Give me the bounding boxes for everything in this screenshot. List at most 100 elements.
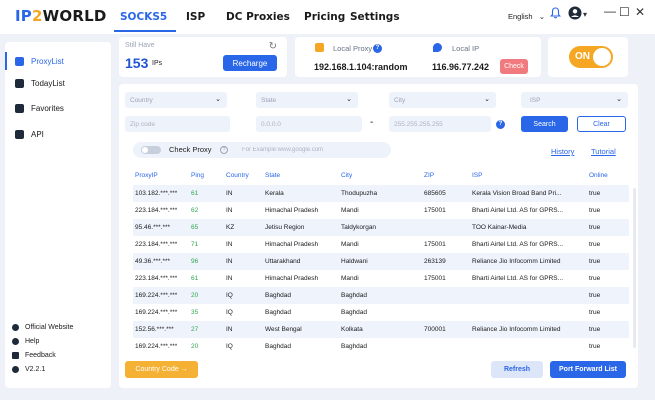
chevron-down-icon: ⌄ <box>484 96 490 103</box>
table-row[interactable]: 95.46.***.*** 65 KZ Jetisu Region Taldyk… <box>133 219 629 236</box>
table-row[interactable]: 169.224.***.*** 35 IQ Baghdad Baghdad tr… <box>133 304 629 321</box>
recharge-button[interactable]: Recharge <box>223 55 277 71</box>
table-row[interactable]: 49.36.***.*** 96 IN Uttarakhand Haldwani… <box>133 253 629 270</box>
sidebar-item-label: API <box>31 129 44 139</box>
help-icon[interactable]: ? <box>373 44 382 53</box>
tab-dc-proxies[interactable]: DC Proxies <box>226 11 290 23</box>
proxy-ip-cell: 152.56.***.*** <box>135 326 174 333</box>
minimize-icon[interactable]: — <box>604 4 616 18</box>
check-proxy-url-input[interactable] <box>242 142 387 158</box>
isp-cell: TOO Kainar-Media <box>472 224 527 231</box>
ping-cell: 61 <box>191 190 199 197</box>
range-separator: - <box>370 117 374 128</box>
location-pin-icon <box>433 43 442 52</box>
tab-socks5[interactable]: SOCKS5 <box>120 11 167 23</box>
proxy-table-header: ProxyIP Ping Country State City ZIP ISP … <box>133 168 629 184</box>
table-row[interactable]: 223.184.***.*** 62 IN Himachal Pradesh M… <box>133 202 629 219</box>
table-row[interactable]: 223.184.***.*** 71 IN Himachal Pradesh M… <box>133 236 629 253</box>
state-cell: Kerala <box>265 190 284 197</box>
column-header-proxyip[interactable]: ProxyIP <box>135 172 158 179</box>
local-proxy-icon <box>315 43 324 52</box>
user-avatar-icon[interactable] <box>568 6 582 23</box>
sidebar-item-todaylist[interactable]: TodayList <box>5 70 111 96</box>
proxy-ip-cell: 223.184.***.*** <box>135 275 178 282</box>
feedback-link[interactable]: Feedback <box>12 352 56 359</box>
state-cell: Baghdad <box>265 309 292 316</box>
country-select-value: Country <box>130 96 153 104</box>
sidebar-item-api[interactable]: API <box>5 121 111 147</box>
column-header-online[interactable]: Online <box>589 172 608 179</box>
country-code-button[interactable]: Country Code → <box>125 361 198 378</box>
table-row[interactable]: 103.182.***.*** 61 IN Kerala Thodupuzha … <box>133 185 629 202</box>
online-cell: true <box>589 343 601 350</box>
table-scrollbar[interactable] <box>633 188 636 348</box>
maximize-icon[interactable]: ☐ <box>619 5 630 19</box>
ping-cell: 20 <box>191 292 199 299</box>
table-row[interactable]: 223.184.***.*** 61 IN Himachal Pradesh M… <box>133 270 629 287</box>
table-row[interactable]: 169.224.***.*** 20 IQ Baghdad Baghdad tr… <box>133 338 629 355</box>
version-icon <box>12 366 19 373</box>
official-website-link[interactable]: Official Website <box>12 324 73 331</box>
power-toggle[interactable]: ON <box>569 46 613 68</box>
isp-select[interactable]: ISP ⌄ <box>521 92 628 108</box>
country-cell: IN <box>226 207 233 214</box>
proxy-ip-cell: 49.36.***.*** <box>135 258 171 265</box>
favorites-icon <box>15 103 24 113</box>
port-forward-list-button[interactable]: Port Forward List <box>550 361 626 378</box>
language-selector[interactable]: English ⌄ <box>508 12 545 21</box>
feedback-label: Feedback <box>25 352 56 359</box>
search-button[interactable]: Search <box>521 116 568 132</box>
column-header-country[interactable]: Country <box>226 172 249 179</box>
isp-cell: Bharti Airtel Ltd. AS for GPRS... <box>472 275 564 282</box>
bell-icon[interactable] <box>549 7 562 22</box>
table-row[interactable]: 152.56.***.*** 27 IN West Bengal Kolkata… <box>133 321 629 338</box>
check-ip-button[interactable]: Check <box>500 59 528 74</box>
chevron-down-icon: ⌄ <box>616 96 622 103</box>
version-label: V2.2.1 <box>25 366 46 373</box>
state-cell: Himachal Pradesh <box>265 207 319 214</box>
check-proxy-toggle[interactable] <box>141 146 161 154</box>
clear-button[interactable]: Clear <box>577 116 626 132</box>
help-icon[interactable]: ? <box>496 120 505 129</box>
table-row[interactable]: 169.224.***.*** 20 IQ Baghdad Baghdad tr… <box>133 287 629 304</box>
country-cell: IN <box>226 275 233 282</box>
city-cell: Mandi <box>341 241 359 248</box>
tab-isp[interactable]: ISP <box>186 11 205 23</box>
power-card: ON <box>548 37 628 77</box>
help-icon[interactable]: ? <box>220 146 228 154</box>
city-select[interactable]: City ⌄ <box>389 92 496 108</box>
column-header-city[interactable]: City <box>341 172 352 179</box>
ip-range-to-input[interactable] <box>389 116 491 132</box>
balance-card: Still Have 153 IPs ↻ Recharge <box>119 37 287 77</box>
city-cell: Baghdad <box>341 309 368 316</box>
proxy-ip-cell: 169.224.***.*** <box>135 292 178 299</box>
tab-pricing[interactable]: Pricing <box>304 11 345 23</box>
state-cell: Uttarakhand <box>265 258 301 265</box>
refresh-icon[interactable]: ↻ <box>269 41 277 52</box>
feedback-icon <box>12 352 19 359</box>
tutorial-link[interactable]: Tutorial <box>591 147 616 156</box>
help-icon <box>12 338 19 345</box>
zip-code-input[interactable] <box>125 116 230 132</box>
country-select[interactable]: Country ⌄ <box>125 92 227 108</box>
country-cell: IQ <box>226 292 233 299</box>
online-cell: true <box>589 224 601 231</box>
tab-settings[interactable]: Settings <box>350 11 400 23</box>
ip-range-from-input[interactable] <box>256 116 362 132</box>
chevron-down-icon[interactable]: ▾ <box>583 10 587 19</box>
column-header-isp[interactable]: ISP <box>472 172 482 179</box>
column-header-ping[interactable]: Ping <box>191 172 204 179</box>
state-cell: Baghdad <box>265 343 292 350</box>
help-link[interactable]: Help <box>12 338 39 345</box>
column-header-state[interactable]: State <box>265 172 280 179</box>
ping-cell: 27 <box>191 326 199 333</box>
history-link[interactable]: History <box>551 147 574 156</box>
balance-label: Still Have <box>125 42 155 49</box>
language-label: English <box>508 12 533 21</box>
column-header-zip[interactable]: ZIP <box>424 172 434 179</box>
country-cell: IN <box>226 241 233 248</box>
state-select[interactable]: State ⌄ <box>256 92 358 108</box>
sidebar-item-favorites[interactable]: Favorites <box>5 95 111 121</box>
close-icon[interactable]: ✕ <box>635 5 645 19</box>
refresh-button[interactable]: Refresh <box>491 361 543 378</box>
